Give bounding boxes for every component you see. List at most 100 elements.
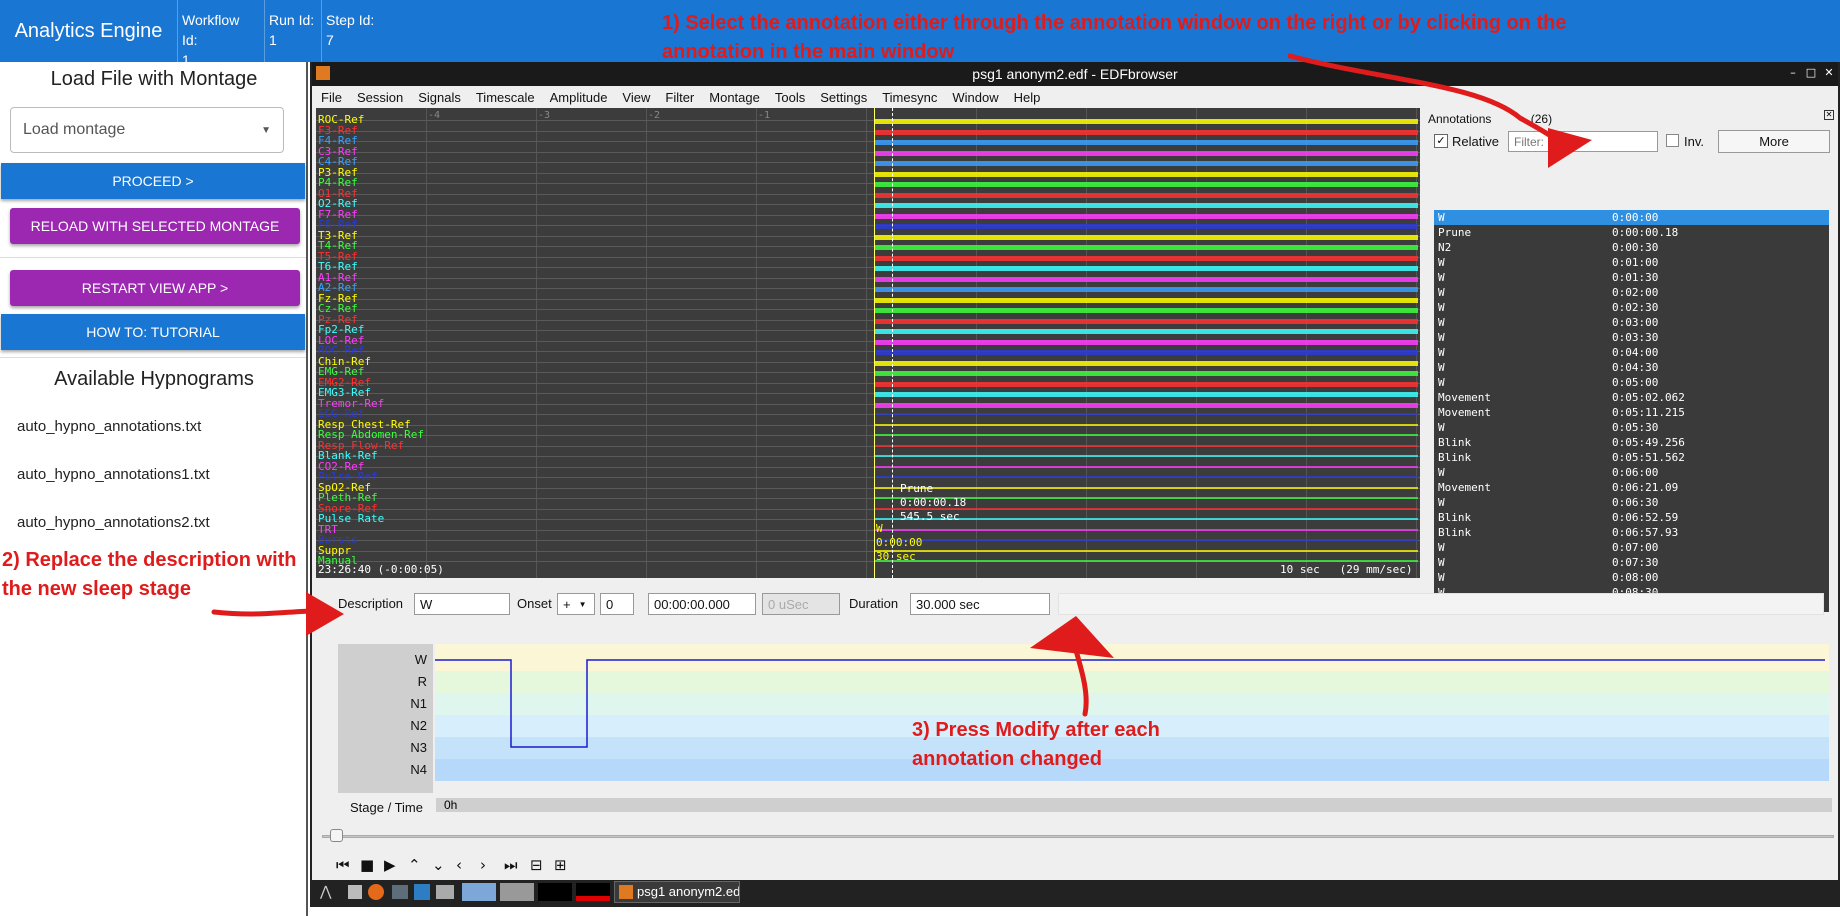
workspace-1[interactable] <box>462 883 496 901</box>
annotation-row[interactable]: W 0:07:00 <box>1434 540 1829 555</box>
chevron-down-icon[interactable]: ⌄ <box>432 856 445 874</box>
chevron-left-icon[interactable]: ‹ <box>456 856 462 874</box>
menu-help[interactable]: Help <box>1005 90 1047 105</box>
annotation-row[interactable]: Blink 0:06:57.93 <box>1434 525 1829 540</box>
menu-view[interactable]: View <box>613 90 656 105</box>
menu-montage[interactable]: Montage <box>700 90 766 105</box>
annotation-row[interactable]: W 0:01:30 <box>1434 270 1829 285</box>
time-tick: -3 <box>538 110 551 121</box>
menu-window[interactable]: Window <box>943 90 1004 105</box>
minimize-icon[interactable]: – <box>1786 66 1800 80</box>
annotation-row[interactable]: Movement 0:06:21.09 <box>1434 480 1829 495</box>
annotation-row[interactable]: Blink 0:05:49.256 <box>1434 435 1829 450</box>
filter-input[interactable]: Filter: <box>1508 131 1658 152</box>
workspace-4[interactable] <box>576 883 610 901</box>
monitor-icon[interactable] <box>392 885 408 899</box>
annotation-row[interactable]: W 0:07:30 <box>1434 555 1829 570</box>
onset-sign-select[interactable]: + ▼ <box>557 593 595 615</box>
chevron-up-icon[interactable]: ⌃ <box>408 856 421 874</box>
proceed-button[interactable]: PROCEED > <box>1 163 305 199</box>
window-switch-icon[interactable] <box>436 885 454 899</box>
menu-timesync[interactable]: Timesync <box>873 90 943 105</box>
annotation-row[interactable]: W 0:04:30 <box>1434 360 1829 375</box>
signal-view[interactable]: ROC-Ref F3-Ref F4-Ref C3-Ref C4-Ref P3-Ref P4-… <box>316 108 1420 578</box>
time-slider-track[interactable] <box>322 835 1834 838</box>
annotation-row[interactable]: Movement 0:05:11.215 <box>1434 405 1829 420</box>
workspace-3[interactable] <box>538 883 572 901</box>
annotation-time: 0:06:52.59 <box>1612 511 1679 524</box>
signal-trace <box>874 297 1418 303</box>
inline-annotation-prune[interactable]: Prune 0:00:00.18 545.5 sec <box>900 482 966 524</box>
montage-select[interactable]: Load montage ▼ <box>10 107 284 153</box>
browser-icon[interactable] <box>368 884 384 900</box>
tutorial-button[interactable]: HOW TO: TUTORIAL <box>1 314 305 350</box>
menu-settings[interactable]: Settings <box>811 90 873 105</box>
annotation-row[interactable]: W 0:00:00 <box>1434 210 1829 225</box>
annotation-row[interactable]: W 0:01:00 <box>1434 255 1829 270</box>
annotation-time: 0:07:00 <box>1612 541 1659 554</box>
taskbar-edf-window[interactable]: psg1 anonym2.edf - EDFbrowser <box>614 881 740 903</box>
annotation-row[interactable]: W 0:03:00 <box>1434 315 1829 330</box>
play-icon[interactable]: ▶ <box>384 856 396 874</box>
annotation-row[interactable]: W 0:05:30 <box>1434 420 1829 435</box>
code-editor-icon[interactable] <box>414 884 430 900</box>
menu-session[interactable]: Session <box>348 90 409 105</box>
description-input[interactable]: W <box>414 593 510 615</box>
grid-line <box>646 108 647 578</box>
annotation-row[interactable]: N2 0:00:30 <box>1434 240 1829 255</box>
more-button[interactable]: More <box>1718 130 1830 153</box>
close-dock-icon[interactable]: ✕ <box>1824 110 1834 120</box>
annotation-row[interactable]: W 0:06:30 <box>1434 495 1829 510</box>
annotation-row[interactable]: W 0:06:00 <box>1434 465 1829 480</box>
workspace-2[interactable] <box>500 883 534 901</box>
menu-filter[interactable]: Filter <box>656 90 700 105</box>
inv-checkbox[interactable] <box>1666 134 1679 147</box>
annotation-row[interactable]: Prune 0:00:00.18 <box>1434 225 1829 240</box>
hypnogram-file-item[interactable]: auto_hypno_annotations2.txt <box>17 514 210 531</box>
onset-days-spinbox[interactable]: 0 <box>600 593 634 615</box>
inline-annotation-w[interactable]: W 0:00:00 30 sec <box>876 522 922 564</box>
skip-start-icon[interactable]: ⏮ <box>336 856 350 874</box>
duration-input[interactable]: 30.000 sec <box>910 593 1050 615</box>
reload-montage-button[interactable]: RELOAD WITH SELECTED MONTAGE <box>10 208 300 244</box>
annotation-time: 0:06:21.09 <box>1612 481 1679 494</box>
annotation-row[interactable]: Blink 0:06:52.59 <box>1434 510 1829 525</box>
zoom-in-icon[interactable]: ⊞ <box>554 856 567 874</box>
close-icon[interactable]: ✕ <box>1822 66 1836 80</box>
stop-icon[interactable]: ■ <box>360 856 374 874</box>
annotations-list[interactable]: W 0:00:00 Prune 0:00:00.18 N2 0:00:30 W 0:01:00… <box>1434 210 1829 612</box>
hypnogram-stage-label: R <box>417 674 427 689</box>
files-icon[interactable] <box>348 885 362 899</box>
annotation-row[interactable]: W 0:02:00 <box>1434 285 1829 300</box>
menu-signals[interactable]: Signals <box>409 90 467 105</box>
maximize-icon[interactable]: □ <box>1804 66 1818 80</box>
onset-time-input[interactable]: 00:00:00.000 <box>648 593 756 615</box>
annotation-marker[interactable] <box>874 108 875 578</box>
hypnogram-stage-label: N1 <box>410 696 427 711</box>
annotation-row[interactable]: Blink 0:05:51.562 <box>1434 450 1829 465</box>
hypnogram-file-item[interactable]: auto_hypno_annotations1.txt <box>17 466 210 483</box>
annotation-row[interactable]: W 0:03:30 <box>1434 330 1829 345</box>
hypnogram-file-item[interactable]: auto_hypno_annotations.txt <box>17 418 201 435</box>
inv-label: Inv. <box>1684 134 1704 149</box>
relative-checkbox[interactable]: ✓ <box>1434 134 1448 148</box>
annotation-row[interactable]: W 0:04:00 <box>1434 345 1829 360</box>
restart-view-app-button[interactable]: RESTART VIEW APP > <box>10 270 300 306</box>
menu-file[interactable]: File <box>312 90 348 105</box>
zoom-out-icon[interactable]: ⊟ <box>530 856 543 874</box>
annotation-row[interactable]: W 0:02:30 <box>1434 300 1829 315</box>
menu-tools[interactable]: Tools <box>766 90 811 105</box>
start-menu-icon[interactable]: ⋀ <box>320 884 340 900</box>
app-icon <box>619 885 633 899</box>
menu-amplitude[interactable]: Amplitude <box>541 90 614 105</box>
annotation-row[interactable]: W 0:08:00 <box>1434 570 1829 585</box>
annotation-desc: Movement <box>1438 391 1491 404</box>
hypnogram-stage-label: N4 <box>410 762 427 777</box>
chevron-right-icon[interactable]: › <box>480 856 486 874</box>
menu-timescale[interactable]: Timescale <box>467 90 541 105</box>
annotation-row[interactable]: W 0:05:00 <box>1434 375 1829 390</box>
skip-end-icon[interactable]: ⏭ <box>504 856 518 874</box>
time-slider-handle[interactable] <box>330 829 343 842</box>
annotation-row[interactable]: Movement 0:05:02.062 <box>1434 390 1829 405</box>
annotation-marker[interactable] <box>892 108 893 578</box>
